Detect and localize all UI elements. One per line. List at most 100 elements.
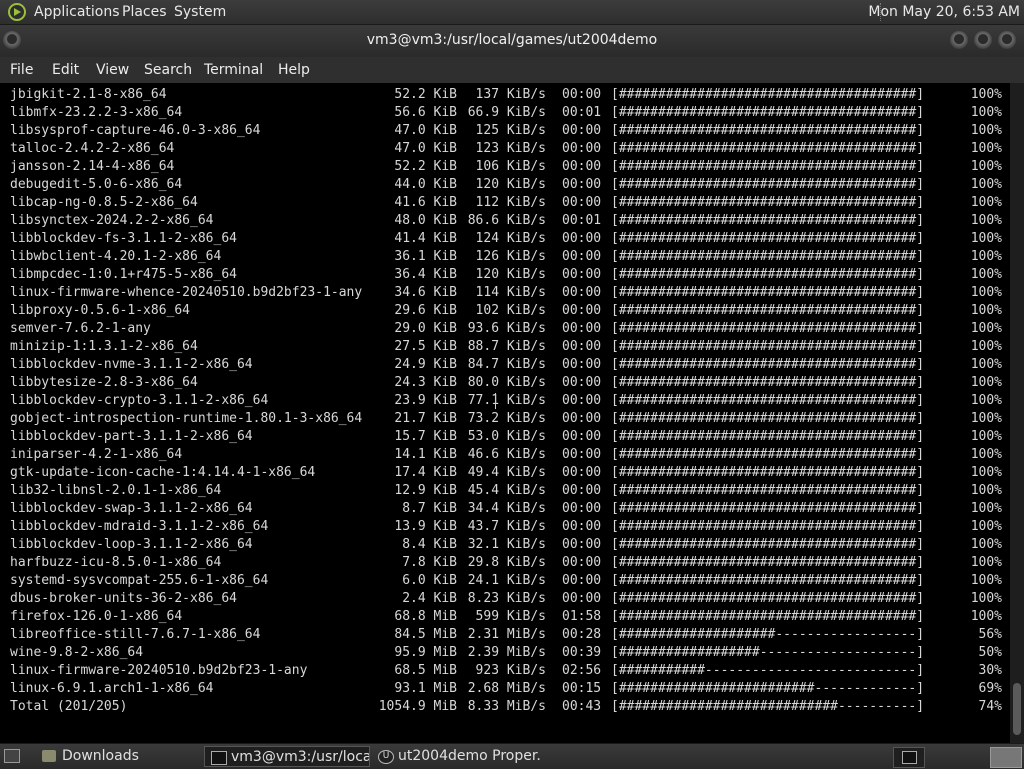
mouse-cursor <box>495 393 496 409</box>
progress-bar: [######################################] <box>611 105 925 120</box>
tray-terminal-button[interactable] <box>893 747 925 768</box>
menu-places[interactable]: Places <box>122 0 167 24</box>
download-rate: 125 KiB/s <box>475 123 546 138</box>
progress-bar: [#########################-------------] <box>611 681 925 696</box>
elapsed-time: 00:01 <box>562 105 602 120</box>
menu-terminal[interactable]: Terminal <box>204 57 263 83</box>
package-name: linux-firmware-20240510.b9d2bf23-1-any <box>10 663 308 678</box>
taskbar-label: Downloads <box>62 748 139 764</box>
progress-percent: 100% <box>970 393 1002 408</box>
elapsed-time: 00:00 <box>562 375 602 390</box>
menu-help[interactable]: Help <box>278 57 310 83</box>
download-rate: 126 KiB/s <box>475 249 546 264</box>
progress-bar: [######################################] <box>611 159 925 174</box>
download-rate: 46.6 KiB/s <box>467 447 546 462</box>
package-name: libwbclient-4.20.1-2-x86_64 <box>10 249 222 264</box>
elapsed-time: 00:00 <box>562 555 602 570</box>
download-rate: 137 KiB/s <box>475 87 546 102</box>
download-row: harfbuzz-icu-8.5.0-1-x86_64 7.8 KiB 29.8 K… <box>0 554 1010 572</box>
taskbar-item-terminal[interactable]: vm3@vm3:/usr/loca... <box>204 746 370 767</box>
download-rate: 45.4 KiB/s <box>467 483 546 498</box>
package-name: lib32-libnsl-2.0.1-1-x86_64 <box>10 483 222 498</box>
package-name: dbus-broker-units-36-2-x86_64 <box>10 591 237 606</box>
elapsed-time: 00:39 <box>562 645 602 660</box>
scrollbar-thumb[interactable] <box>1013 683 1021 735</box>
menu-file[interactable]: File <box>10 57 33 83</box>
download-row: dbus-broker-units-36-2-x86_64 2.4 KiB 8.23… <box>0 590 1010 608</box>
progress-bar: [######################################] <box>611 519 925 534</box>
menu-system[interactable]: System <box>174 0 226 24</box>
progress-percent: 100% <box>970 501 1002 516</box>
progress-percent: 69% <box>978 681 1002 696</box>
download-row: Total (201/205) 1054.9 MiB 8.33 MiB/s 00:43… <box>0 698 1010 716</box>
progress-bar: [######################################] <box>611 483 925 498</box>
package-name: semver-7.6.2-1-any <box>10 321 151 336</box>
progress-percent: 100% <box>970 483 1002 498</box>
package-name: libblockdev-nvme-3.1.1-2-x86_64 <box>10 357 253 372</box>
download-list: jbigkit-2.1-8-x86_64 52.2 KiB 137 KiB/s 00:… <box>0 86 1010 716</box>
download-row: firefox-126.0-1-x86_64 68.8 MiB 599 KiB/s 0… <box>0 608 1010 626</box>
progress-percent: 100% <box>970 195 1002 210</box>
minimize-icon[interactable] <box>950 31 968 49</box>
download-rate: 77.1 KiB/s <box>467 393 546 408</box>
package-name: libmpcdec-1:0.1+r475-5-x86_64 <box>10 267 237 282</box>
download-row: libblockdev-crypto-3.1.1-2-x86_64 23.9 Ki… <box>0 392 1010 410</box>
show-desktop-icon[interactable] <box>4 749 20 763</box>
progress-bar: [######################################] <box>611 141 925 156</box>
package-size: 21.7 KiB <box>394 411 457 426</box>
package-size: 17.4 KiB <box>394 465 457 480</box>
menu-edit[interactable]: Edit <box>52 57 79 83</box>
terminal-output[interactable]: jbigkit-2.1-8-x86_64 52.2 KiB 137 KiB/s 00:… <box>0 83 1010 743</box>
package-name: linux-6.9.1.arch1-1-x86_64 <box>10 681 214 696</box>
package-size: 41.4 KiB <box>394 231 457 246</box>
elapsed-time: 00:00 <box>562 537 602 552</box>
taskbar-item-ut2004demo-properties[interactable]: U ut2004demo Proper... <box>372 746 542 767</box>
progress-bar: [######################################] <box>611 375 925 390</box>
download-row: libmfx-23.2.2-3-x86_64 56.6 KiB 66.9 KiB/s… <box>0 104 1010 122</box>
elapsed-time: 00:00 <box>562 303 602 318</box>
menu-applications[interactable]: Applications <box>34 0 120 24</box>
menu-view[interactable]: View <box>96 57 129 83</box>
package-size: 36.1 KiB <box>394 249 457 264</box>
elapsed-time: 00:00 <box>562 267 602 282</box>
package-size: 93.1 MiB <box>394 681 457 696</box>
download-rate: 49.4 KiB/s <box>467 465 546 480</box>
download-row: wine-9.8-2-x86_64 95.9 MiB 2.39 MiB/s 00:39… <box>0 644 1010 662</box>
applications-logo-icon[interactable] <box>8 3 26 21</box>
package-name: iniparser-4.2-1-x86_64 <box>10 447 183 462</box>
menu-search[interactable]: Search <box>144 57 192 83</box>
taskbar-item-downloads[interactable]: Downloads <box>36 746 200 767</box>
package-size: 6.0 KiB <box>402 573 457 588</box>
download-rate: 2.68 MiB/s <box>467 681 546 696</box>
download-rate: 34.4 KiB/s <box>467 501 546 516</box>
download-row: libblockdev-part-3.1.1-2-x86_64 15.7 KiB 5… <box>0 428 1010 446</box>
terminal-scrollbar[interactable] <box>1010 83 1024 743</box>
close-icon[interactable] <box>998 31 1016 49</box>
elapsed-time: 00:00 <box>562 447 602 462</box>
clock[interactable]: Mon May 20, 6:53 AM <box>868 0 1020 24</box>
package-size: 47.0 KiB <box>394 141 457 156</box>
maximize-icon[interactable] <box>974 31 992 49</box>
package-name: debugedit-5.0-6-x86_64 <box>10 177 183 192</box>
progress-percent: 100% <box>970 591 1002 606</box>
package-name: libreoffice-still-7.6.7-1-x86_64 <box>10 627 261 642</box>
package-size: 36.4 KiB <box>394 267 457 282</box>
download-rate: 24.1 KiB/s <box>467 573 546 588</box>
download-rate: 43.7 KiB/s <box>467 519 546 534</box>
progress-bar: [######################################] <box>611 321 925 336</box>
progress-percent: 100% <box>970 141 1002 156</box>
workspace-switcher-icon[interactable] <box>990 747 1022 768</box>
progress-percent: 100% <box>970 537 1002 552</box>
download-rate: 8.33 MiB/s <box>467 699 546 714</box>
progress-bar: [####################------------------] <box>611 627 925 642</box>
elapsed-time: 00:00 <box>562 231 602 246</box>
window-title-bar[interactable]: vm3@vm3:/usr/local/games/ut2004demo <box>0 25 1024 57</box>
progress-bar: [######################################] <box>611 609 925 624</box>
package-size: 24.3 KiB <box>394 375 457 390</box>
elapsed-time: 00:00 <box>562 249 602 264</box>
download-row: libblockdev-fs-3.1.1-2-x86_64 41.4 KiB 124… <box>0 230 1010 248</box>
download-row: libsynctex-2024.2-2-x86_64 48.0 KiB 86.6 K… <box>0 212 1010 230</box>
download-row: debugedit-5.0-6-x86_64 44.0 KiB 120 KiB/s 0… <box>0 176 1010 194</box>
package-name: gobject-introspection-runtime-1.80.1-3-x… <box>10 411 363 426</box>
elapsed-time: 00:00 <box>562 285 602 300</box>
